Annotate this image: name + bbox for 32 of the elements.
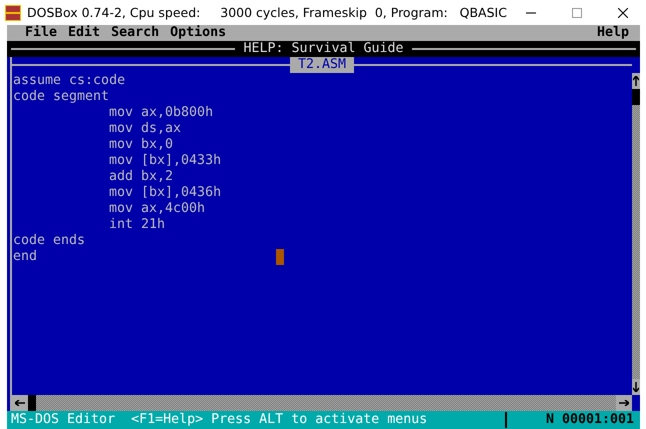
scroll-left-icon[interactable] xyxy=(12,395,28,411)
code-line: mov ds,ax xyxy=(109,121,182,136)
code-line: int 21h xyxy=(109,217,166,232)
menu-item[interactable]: Edit xyxy=(68,25,100,41)
code-line: mov bx,0 xyxy=(109,137,174,152)
menu-item[interactable]: File xyxy=(25,25,58,41)
maximize-icon[interactable] xyxy=(572,8,582,18)
status-message: MS-DOS Editor <F1=Help> Press ALT to activate menus xyxy=(10,412,428,428)
scroll-up-icon[interactable] xyxy=(632,73,640,89)
code-line: add bx,2 xyxy=(109,169,174,184)
horizontal-scroll-thumb[interactable] xyxy=(28,395,36,411)
close-icon[interactable] xyxy=(618,8,628,18)
menu-item[interactable]: Options xyxy=(170,25,226,41)
help-menu[interactable]: Help xyxy=(596,25,629,41)
code-line: mov [bx],0433h xyxy=(109,153,222,168)
code-line: mov ax,0b800h xyxy=(109,105,214,120)
code-line: mov ax,4c00h xyxy=(109,201,206,216)
window-title: DOSBox 0.74-2, Cpu speed: 3000 cycles, Frameskip 0, Program: QBASIC xyxy=(27,5,508,20)
scroll-thumb[interactable] xyxy=(632,89,640,105)
code-line: assume cs:code xyxy=(13,73,126,88)
cursor-position: N 00001:001 xyxy=(505,412,640,428)
code-line: code segment xyxy=(13,89,110,104)
menu-item[interactable]: Search xyxy=(111,25,160,41)
app-logo-icon xyxy=(5,4,21,20)
code-line: end xyxy=(13,249,38,264)
code-line: code ends xyxy=(13,233,86,248)
mouse-cursor xyxy=(276,249,284,265)
scroll-down-icon[interactable] xyxy=(632,379,640,395)
scroll-right-icon[interactable] xyxy=(616,395,632,411)
help-window-title: HELP: Survival Guide xyxy=(242,41,405,57)
code-line: mov [bx],0436h xyxy=(109,185,222,200)
file-title: T2.ASM xyxy=(290,57,354,73)
